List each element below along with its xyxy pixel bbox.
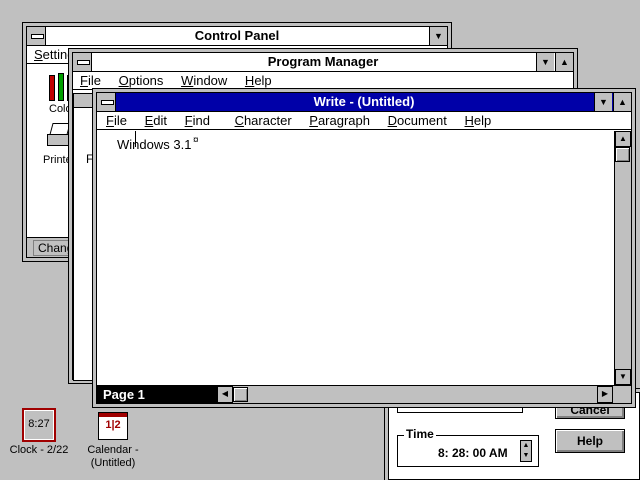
write-menu-edit[interactable]: Edit [138, 112, 174, 130]
page-label: Page 1 [103, 387, 145, 402]
control-panel-title: Control Panel [194, 28, 280, 43]
scroll-up-arrow[interactable]: ▲ [615, 131, 631, 147]
help-button[interactable]: Help [555, 429, 625, 453]
write-maximize-button[interactable]: ▲ [613, 93, 631, 111]
clock-icon[interactable]: 8:27 [22, 408, 56, 442]
write-window: Write - (Untitled) ▼ ▲ File Edit Find Ch… [92, 88, 636, 408]
time-group-box: Time 8: 28: 00 AM ▲ ▼ [397, 427, 539, 467]
calendar-icon-label-line2[interactable]: (Untitled) [82, 457, 144, 469]
write-menu-paragraph[interactable]: Paragraph [302, 112, 377, 130]
vertical-scroll-thumb[interactable] [615, 147, 630, 162]
time-value[interactable]: 8: 28: 00 AM [438, 446, 508, 460]
calendar-icon-label-line1[interactable]: Calendar - [82, 444, 144, 456]
write-bottom-bar: Page 1 ◀ ▶ [97, 385, 631, 403]
write-menu-character[interactable]: Character [221, 112, 299, 130]
document-text[interactable]: Windows 3.1 [117, 137, 191, 152]
horizontal-scrollbar[interactable]: ◀ ▶ [217, 386, 613, 403]
time-spinner[interactable]: ▲ ▼ [520, 440, 532, 462]
scroll-down-arrow[interactable]: ▼ [615, 369, 631, 385]
write-title: Write - (Untitled) [313, 94, 415, 109]
program-manager-minimize-button[interactable]: ▼ [536, 53, 554, 71]
scroll-right-arrow[interactable]: ▶ [597, 386, 613, 403]
control-panel-minimize-button[interactable]: ▼ [429, 27, 447, 45]
write-menu-file[interactable]: File [99, 112, 134, 130]
page-indicator: Page 1 [97, 386, 217, 403]
write-menu-document[interactable]: Document [381, 112, 454, 130]
program-manager-title: Program Manager [267, 54, 379, 69]
horizontal-scroll-thumb[interactable] [233, 387, 248, 402]
write-menubar: File Edit Find Character Paragraph Docum… [97, 112, 631, 130]
calendar-icon-glyph: 1|2 [105, 419, 121, 431]
clock-icon-time: 8:27 [28, 418, 50, 430]
control-panel-titlebar[interactable]: Control Panel ▼ [27, 27, 447, 46]
write-vertical-scrollbar[interactable]: ▲ ▼ [614, 131, 631, 385]
write-menu-help[interactable]: Help [458, 112, 499, 130]
write-document-area[interactable]: Windows 3.1 ¤ [97, 131, 613, 385]
scroll-left-arrow[interactable]: ◀ [217, 386, 233, 403]
control-panel-system-menu-button[interactable] [27, 27, 46, 45]
calendar-icon[interactable]: 1|2 [98, 412, 128, 440]
program-manager-system-menu-button[interactable] [73, 53, 92, 71]
write-system-menu-button[interactable] [97, 93, 116, 111]
write-titlebar[interactable]: Write - (Untitled) ▼ ▲ [97, 93, 631, 112]
end-of-document-mark: ¤ [193, 135, 199, 146]
clock-icon-label[interactable]: Clock - 2/22 [6, 444, 72, 456]
program-manager-maximize-button[interactable]: ▲ [555, 53, 573, 71]
time-group-label: Time [404, 427, 436, 441]
program-manager-titlebar[interactable]: Program Manager ▼ ▲ [73, 53, 573, 72]
write-minimize-button[interactable]: ▼ [594, 93, 612, 111]
write-menu-find[interactable]: Find [178, 112, 217, 130]
